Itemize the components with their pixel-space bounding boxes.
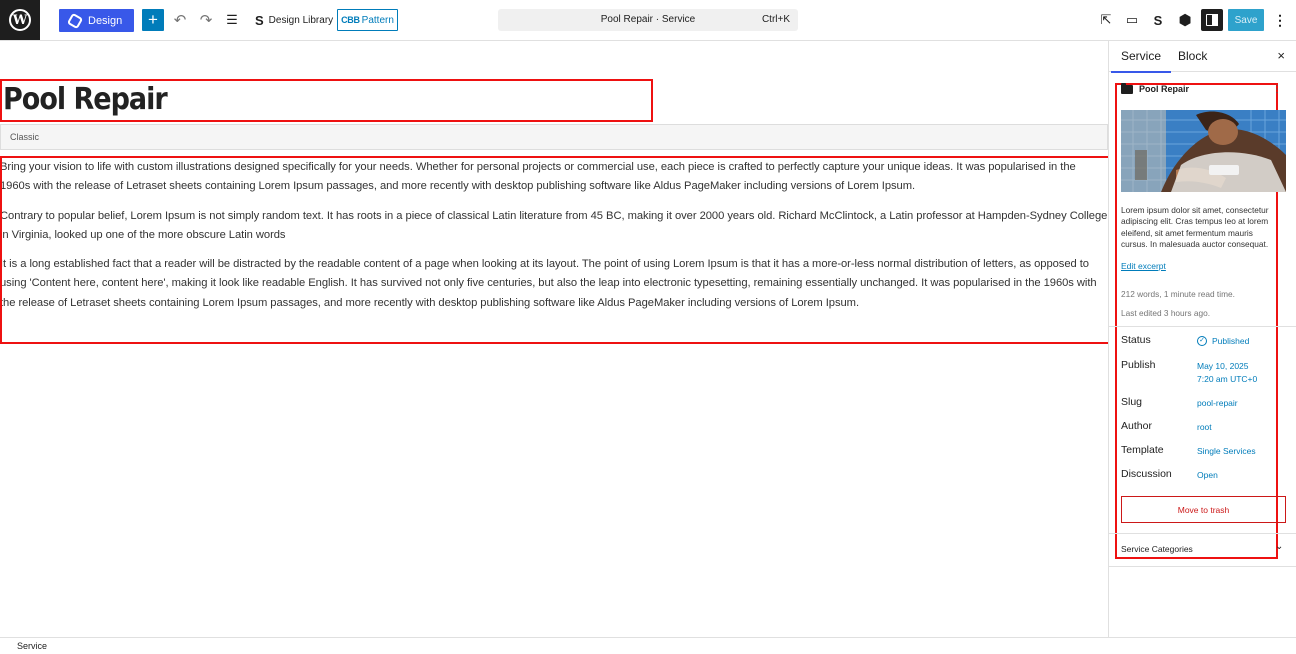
design-hex-icon [66,12,84,29]
publish-date-button[interactable]: May 10, 2025 7:20 am UTC+0 [1197,360,1257,385]
tab-block[interactable]: Block [1178,49,1207,63]
editor-toolbar: W Design + ↶ ↷ ☰ S Design Library CBB Pa… [0,0,1296,41]
post-excerpt: Lorem ipsum dolor sit amet, consectetur … [1121,205,1281,250]
excerpt-line: eleifend, sit amet fermentum mauris [1121,227,1253,238]
edit-excerpt-link[interactable]: Edit excerpt [1121,261,1166,271]
status-value-button[interactable]: ✓ Published [1197,335,1249,348]
divider [1109,533,1296,534]
undo-icon[interactable]: ↶ [170,10,190,30]
classic-content-block[interactable]: Bring your vision to life with custom il… [0,156,1110,344]
pattern-button[interactable]: CBB Pattern [337,9,398,31]
pattern-label: Pattern [361,14,394,26]
author-label: Author [1121,420,1152,432]
design-library-icon: S [255,12,264,28]
settings-sidebar: Service Block × Pool Repair ⋮ Lorem ipsu… [1108,41,1296,637]
view-post-icon[interactable]: ⇱ [1096,10,1116,30]
redo-icon[interactable]: ↷ [196,10,216,30]
stackable-icon[interactable]: S [1148,10,1168,30]
close-icon[interactable]: × [1277,48,1285,63]
add-block-button[interactable]: + [142,9,164,31]
publish-label: Publish [1121,359,1156,371]
chevron-down-icon[interactable]: ⌄ [1275,541,1283,552]
classic-block-toolbar[interactable]: Classic [0,124,1108,150]
content-paragraph[interactable]: It is a long established fact that a rea… [2,255,1108,313]
last-edited: Last edited 3 hours ago. [1121,308,1211,318]
post-card-header: Pool Repair [1121,82,1190,94]
design-library-button[interactable]: S Design Library [255,11,333,29]
slug-label: Slug [1121,396,1143,408]
cbb-logo-icon: CBB [341,15,360,25]
divider [1109,326,1296,327]
excerpt-line: cursus. In malesuada auctor consequat. [1121,238,1269,249]
content-paragraph[interactable]: Bring your vision to life with custom il… [2,158,1108,197]
settings-sidebar-toggle[interactable] [1201,9,1223,31]
editor-canvas: Pool Repair Classic Bring your vision to… [0,41,1110,637]
block-settings-icon[interactable]: ⬢ [1175,10,1195,30]
post-title-field[interactable]: Pool Repair [0,79,653,122]
design-button[interactable]: Design [59,9,134,32]
slug-value[interactable]: pool-repair [1197,397,1238,410]
post-type-icon [1121,82,1133,94]
block-breadcrumb-bar: Service [0,637,1296,654]
breadcrumb-item[interactable]: Service [17,641,47,651]
discussion-label: Discussion [1121,468,1172,480]
post-actions-icon[interactable]: ⋮ [1272,84,1282,95]
publish-time: 7:20 am UTC+0 [1197,373,1258,384]
design-library-label: Design Library [268,14,334,26]
divider [1109,566,1296,567]
word-count: 212 words, 1 minute read time. [1121,289,1235,299]
preview-icon[interactable]: ▭ [1122,10,1142,30]
move-to-trash-button[interactable]: Move to trash [1121,496,1286,523]
publish-date: May 10, 2025 [1197,361,1249,371]
command-palette-bar[interactable]: Pool Repair · Service Ctrl+K [498,9,798,31]
status-value: Published [1212,336,1250,346]
published-check-icon: ✓ [1197,336,1207,347]
excerpt-line: Lorem ipsum dolor sit amet, consectetur [1121,205,1269,215]
document-title: Pool Repair · Service [600,14,696,25]
sidebar-tabs: Service Block × [1109,41,1296,73]
content-paragraph[interactable]: Contrary to popular belief, Lorem Ipsum … [2,207,1108,246]
featured-image[interactable] [1121,110,1286,192]
save-button[interactable]: Save [1228,9,1264,31]
template-label: Template [1121,444,1164,456]
tab-service[interactable]: Service [1110,49,1172,73]
wordpress-icon: W [9,9,31,31]
excerpt-line: adipiscing elit. Cras tempus leo at lore… [1121,216,1269,227]
list-view-icon[interactable]: ☰ [222,10,242,30]
more-options-icon[interactable]: ⋮ [1272,10,1288,30]
author-value[interactable]: root [1197,421,1212,434]
discussion-value[interactable]: Open [1197,469,1218,482]
pool-repair-photo [1121,110,1286,192]
service-categories-panel-toggle[interactable]: Service Categories [1121,544,1193,554]
status-label: Status [1121,334,1151,346]
wordpress-logo-button[interactable]: W [0,0,40,40]
command-shortcut: Ctrl+K [761,14,790,25]
template-value[interactable]: Single Services [1197,445,1256,458]
design-button-label: Design [88,14,123,27]
post-card-title: Pool Repair [1139,84,1190,94]
